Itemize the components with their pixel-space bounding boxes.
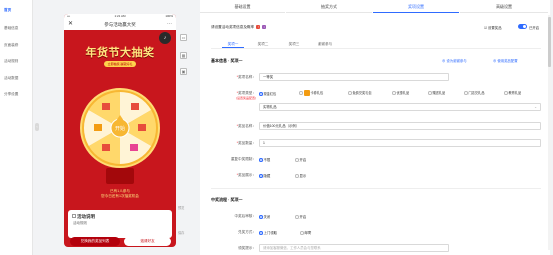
save-label[interactable]: 保存 [178, 230, 184, 235]
enable-toggle-label: 已开启 [529, 26, 540, 30]
review-on[interactable]: 开启 [295, 214, 306, 219]
my-prizes-button[interactable]: 兑换我的奖品列表 [70, 237, 120, 246]
settings-panel: 基础设置 抽奖方式 奖项设置 高级设置 请设置活动奖项信息及概率 ! i ☑ 设… [200, 0, 550, 255]
banner-title: 年货节大抽奖 [85, 46, 155, 59]
prize-category-select[interactable]: 实物礼品 ⌄ [259, 103, 541, 111]
rules-card: 活动说明 活动规则 [68, 210, 172, 238]
redeem-mail[interactable]: 邮寄 [300, 230, 311, 235]
gift-icon [130, 144, 138, 151]
sidebar-item-rules[interactable]: 活动规则 [4, 59, 18, 64]
type-option-gift[interactable]: 赠送礼品 [428, 90, 445, 95]
grid-icon[interactable]: ▦ [180, 52, 187, 59]
prize-name-label: *奖项名称： [236, 75, 256, 79]
gift-icon [138, 124, 146, 131]
redeem-tip-input[interactable]: 请添加客服微信，工作人员会与您联系 [259, 244, 449, 252]
close-icon[interactable]: ✕ [68, 19, 73, 30]
document-icon [72, 214, 76, 218]
prize-checkbox-label: 设置奖品 [487, 26, 502, 30]
sidebar-item-basic[interactable]: 基础信息 [4, 26, 18, 31]
repeat-limit-label: 重复中奖限制： [230, 157, 256, 161]
panel-scrollbar[interactable] [548, 15, 551, 250]
sidebar-item-home[interactable]: 首页 [4, 8, 11, 13]
section-divider [211, 188, 541, 189]
collapse-sidebar-handle[interactable]: ‹ [35, 123, 39, 131]
notice-text: 请设置活动奖项信息及概率 [211, 25, 255, 29]
gift-icon [131, 103, 139, 110]
participation-info: 已有1人参与 您今日还有1次抽奖机会 [64, 189, 176, 199]
gift-icon [102, 103, 110, 110]
reward-name-input[interactable]: 价值100元礼品（示例） [259, 122, 541, 130]
music-icon[interactable]: ♪ [159, 32, 171, 44]
review-label: 中奖后审核： [234, 214, 256, 218]
banner-subtitle: 立即抽奖 赢取好礼 [103, 61, 137, 67]
prize-name-input[interactable]: 一等奖 [259, 73, 449, 81]
chevron-down-icon: ⌄ [534, 105, 537, 109]
remaining-chances: 您今日还有1次抽奖机会 [101, 194, 139, 198]
prize-tab-3[interactable]: 奖项三 [283, 40, 305, 48]
shopping-bag-icon[interactable]: ▭ [180, 34, 187, 41]
warning-icon: ! [256, 25, 261, 30]
reward-name-label: *奖品名称： [236, 124, 256, 128]
banner: 年货节大抽奖 立即抽奖 赢取好礼 [70, 44, 170, 68]
set-thanks-link[interactable]: ⊕ 设为谢谢参与 [442, 58, 467, 63]
type-option-cash[interactable]: 现金红包 [259, 91, 276, 96]
wheel-base [106, 168, 134, 184]
reward-qty-input[interactable]: 1 [259, 139, 541, 147]
prize-show-label: *奖品展示： [236, 173, 256, 177]
preview-label[interactable]: 预览 [178, 205, 184, 210]
rules-title: 活动说明 [77, 214, 95, 219]
redeem-tip-label: 领奖提示： [238, 246, 256, 250]
tab-prize[interactable]: 奖项设置 [373, 0, 459, 13]
sidebar-item-data[interactable]: 活动数据 [4, 76, 18, 81]
gift-icon [102, 144, 110, 151]
phone-nav-bar: ✕ 参与活动赢大奖 ⋯ [64, 19, 176, 30]
tab-advanced[interactable]: 高级设置 [460, 0, 548, 13]
gift-icon [94, 124, 102, 131]
invite-friends-button[interactable]: 邀请好友 [124, 237, 171, 246]
scrollbar-thumb[interactable] [548, 17, 551, 67]
wheel-center-label: 开始 [115, 125, 125, 132]
review-off[interactable]: 关闭 [259, 214, 270, 219]
repeat-limit-none[interactable]: 不限 [259, 157, 270, 162]
phone-preview: ••• 1:21 AM 100% ✕ 参与活动赢大奖 ⋯ ♪ 年货节大抽奖 立即… [64, 14, 176, 247]
notice-bar: 请设置活动奖项信息及概率 ! i [211, 25, 267, 30]
type-option-edu[interactable]: 教育礼品 [504, 90, 521, 95]
prize-type-hint: (设置奖品配置) [236, 96, 256, 100]
prize-show-hide[interactable]: 隐藏 [259, 173, 270, 178]
enable-toggle[interactable] [518, 24, 527, 29]
more-icon[interactable]: ⋯ [167, 19, 172, 30]
sidebar: 首页 基础信息 页面装修 活动规则 活动数据 分享设置 [0, 0, 33, 255]
prize-tab-2[interactable]: 奖项二 [252, 40, 274, 48]
redeem-pickup[interactable]: 上门领取 [259, 230, 277, 235]
sidebar-item-design[interactable]: 页面装修 [4, 43, 18, 48]
reward-qty-label: *奖品数量： [236, 141, 256, 145]
sidebar-item-share[interactable]: 分享设置 [4, 92, 18, 97]
sub-tab-divider [211, 48, 541, 49]
prize-tab-1[interactable]: 奖项一 [222, 40, 244, 48]
type-option-free[interactable]: 免费兑奖礼包 [348, 90, 372, 95]
qrcode-icon[interactable]: ▣ [180, 68, 187, 75]
section-basic-title: 基本信息 · 奖项一 [211, 58, 243, 63]
section-flow-title: 中奖流程 · 奖项一 [211, 197, 243, 202]
prize-show-display[interactable]: 显示 [295, 173, 306, 178]
gift-box-icon [303, 90, 310, 97]
type-option-coupon[interactable]: 卡券礼包 [299, 90, 323, 97]
redeem-method-label: 兑奖方式： [238, 230, 256, 234]
prize-tab-thanks[interactable]: 谢谢参与 [314, 40, 336, 48]
prize-checkbox[interactable]: ☑ 设置奖品 [484, 25, 502, 30]
tab-basic[interactable]: 基础设置 [200, 0, 285, 13]
repeat-limit-on[interactable]: 开启 [295, 157, 306, 162]
rules-subtitle: 活动规则 [73, 221, 87, 225]
type-option-store[interactable]: 门店兑礼品 [464, 90, 484, 95]
type-option-discount[interactable]: 优惠礼品 [392, 90, 409, 95]
use-config-link[interactable]: ⊕ 使用奖品配置 [493, 58, 518, 63]
info-icon: i [262, 25, 267, 30]
tab-draw-method[interactable]: 抽奖方式 [286, 0, 372, 13]
phone-nav-title: 参与活动赢大奖 [104, 22, 136, 27]
lottery-wheel[interactable]: 开始 [80, 80, 160, 188]
